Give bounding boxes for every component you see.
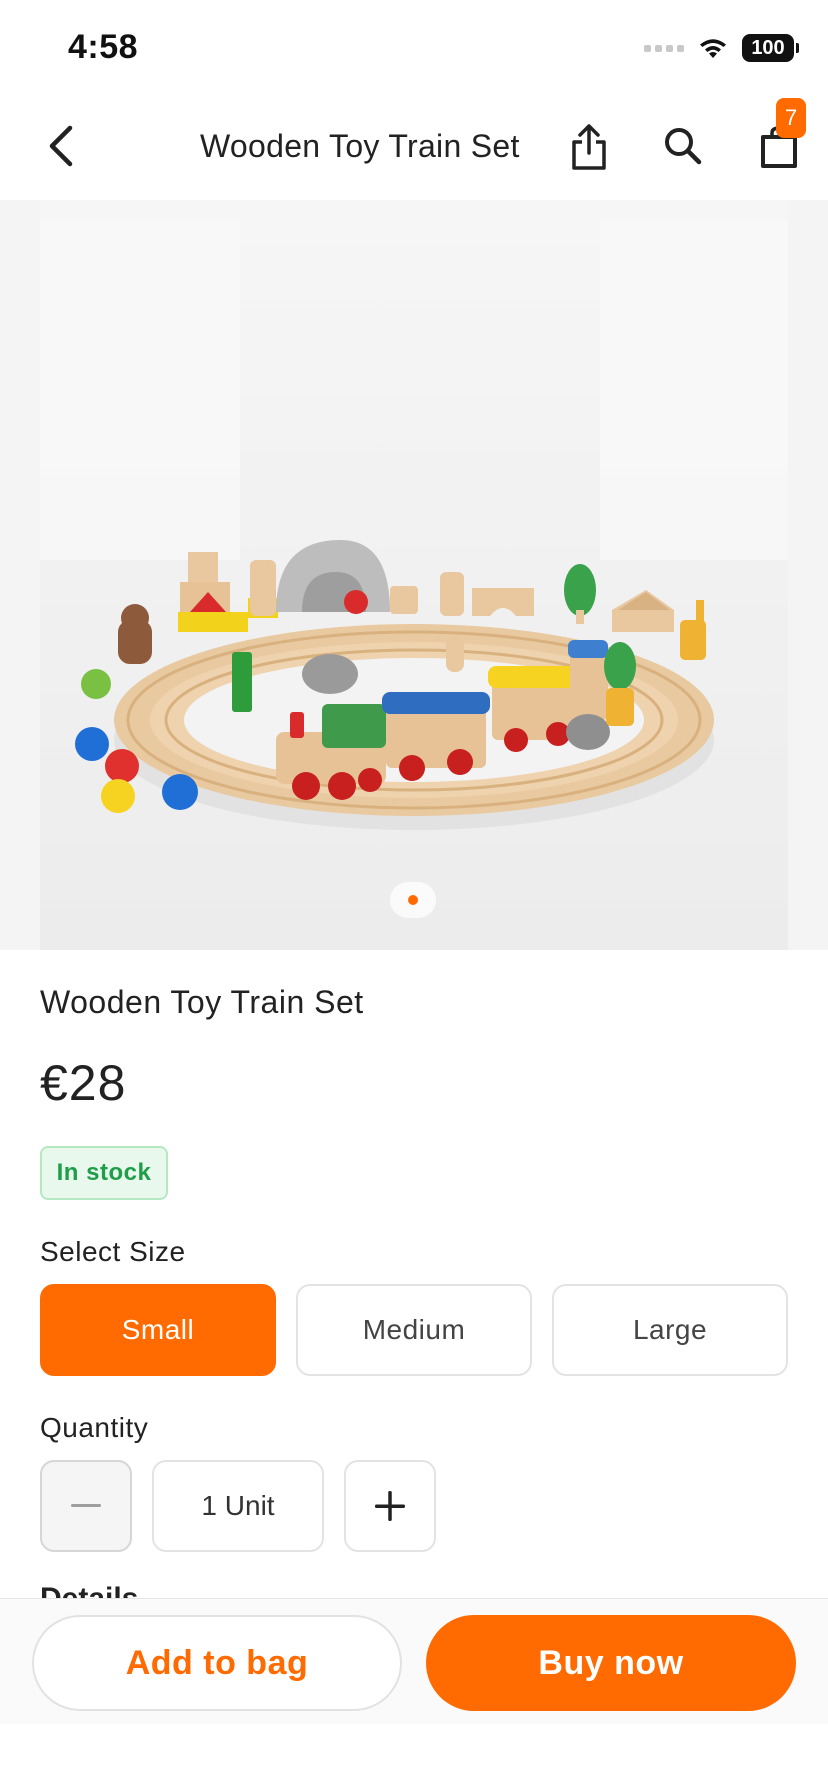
- product-name: Wooden Toy Train Set: [40, 984, 364, 1020]
- status-time: 4:58: [68, 28, 139, 66]
- gallery-page-indicator: [390, 882, 436, 918]
- quantity-section-label: Quantity: [40, 1412, 149, 1443]
- plus-icon: [375, 1491, 405, 1521]
- size-section-label: Select Size: [40, 1236, 186, 1267]
- stock-status-badge: In stock: [40, 1146, 168, 1200]
- wifi-icon: [700, 39, 726, 58]
- product-gallery[interactable]: [0, 200, 828, 950]
- cart-count-badge: 7: [776, 98, 806, 138]
- page-title: Wooden Toy Train Set: [200, 128, 520, 164]
- buy-now-button[interactable]: Buy now: [426, 1615, 796, 1711]
- product-price: €28: [40, 1055, 127, 1111]
- quantity-increase-button[interactable]: [344, 1460, 436, 1552]
- size-option-medium[interactable]: Medium: [296, 1284, 532, 1376]
- search-icon: [665, 128, 702, 165]
- quantity-value: 1 Unit: [152, 1460, 324, 1552]
- status-indicators: 100: [644, 34, 799, 62]
- share-button[interactable]: [564, 118, 614, 176]
- share-icon: [572, 124, 606, 170]
- gallery-dot-active: [408, 895, 418, 905]
- size-option-large[interactable]: Large: [552, 1284, 788, 1376]
- bottom-action-bar: Add to bag Buy now: [0, 1598, 828, 1724]
- minus-icon: [71, 1504, 101, 1507]
- chevron-left-icon: [49, 125, 73, 167]
- home-indicator-area: [0, 1724, 828, 1792]
- size-option-small[interactable]: Small: [40, 1284, 276, 1376]
- cellular-signal-icon: [644, 44, 684, 52]
- battery-icon: 100: [742, 34, 799, 62]
- add-to-bag-button[interactable]: Add to bag: [32, 1615, 402, 1711]
- back-button[interactable]: [36, 118, 86, 174]
- nav-bar: Wooden Toy Train Set: [0, 96, 828, 200]
- quantity-decrease-button[interactable]: [40, 1460, 132, 1552]
- status-bar: 4:58 100: [0, 0, 828, 96]
- battery-level: 100: [751, 36, 785, 59]
- product-image: [40, 200, 788, 950]
- toy-train-illustration: [40, 220, 788, 830]
- search-button[interactable]: [658, 120, 708, 172]
